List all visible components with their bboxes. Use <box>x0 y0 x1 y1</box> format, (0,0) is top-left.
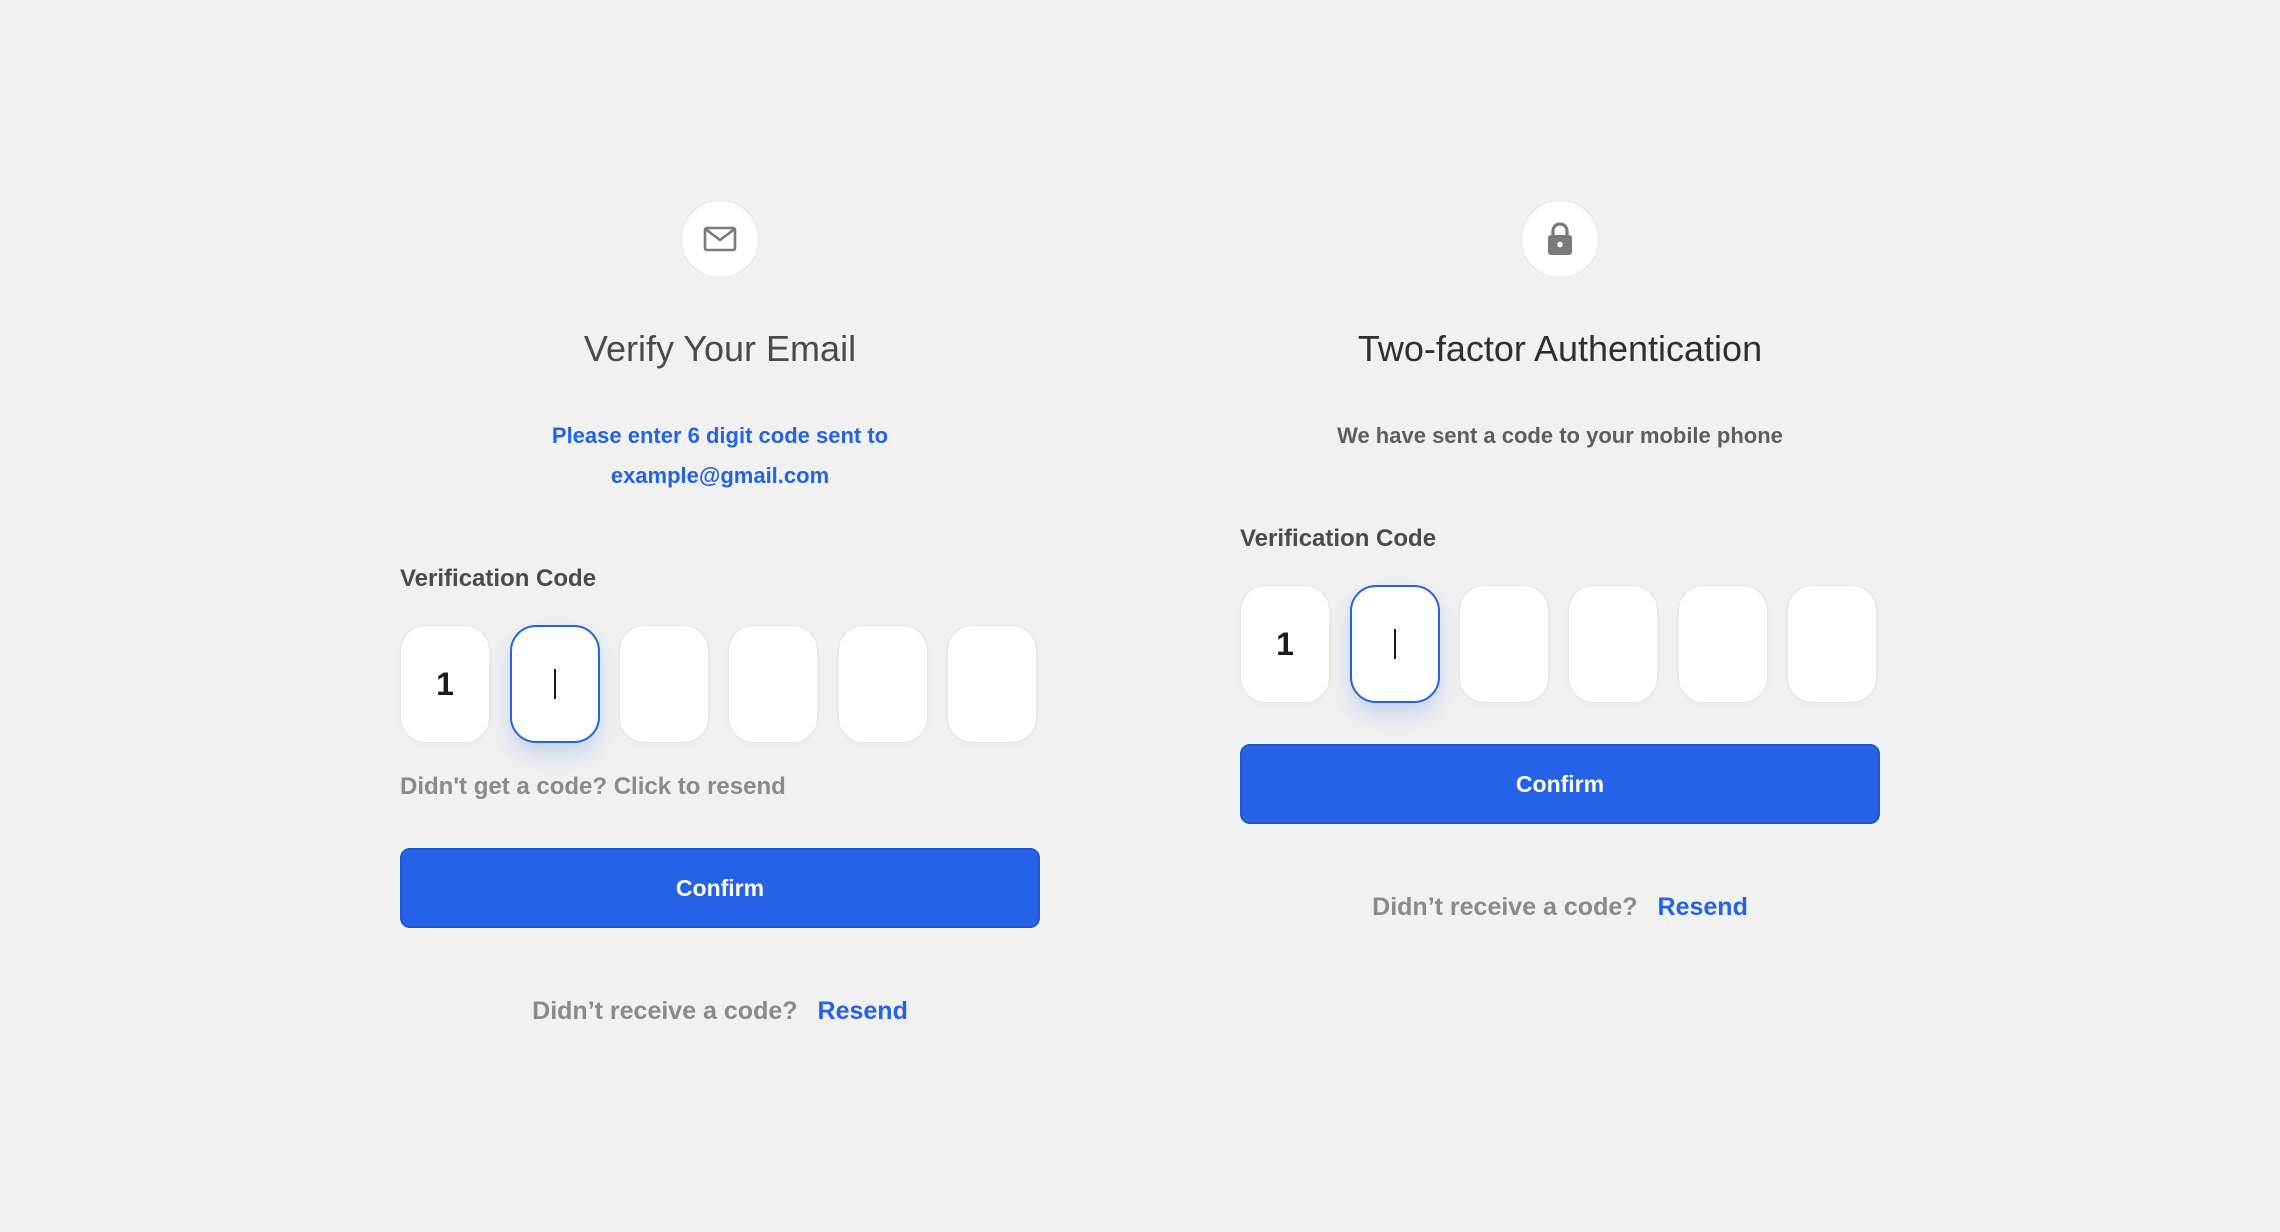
otp-digit-2[interactable] <box>510 625 600 743</box>
otp-digit-4[interactable] <box>1568 585 1658 703</box>
text-caret <box>554 669 556 699</box>
click-to-resend-link[interactable]: Didn't get a code? Click to resend <box>400 770 786 804</box>
text-caret <box>1394 629 1396 659</box>
otp-digit-5[interactable] <box>1678 585 1768 703</box>
otp-digit-5[interactable] <box>838 625 928 743</box>
mail-icon-badge <box>681 200 759 278</box>
otp-digit-1[interactable]: 1 <box>400 625 490 743</box>
otp-digit-6[interactable] <box>947 625 1037 743</box>
resend-footer: Didn’t receive a code? Resend <box>400 991 1040 1031</box>
otp-digit-3[interactable] <box>1459 585 1549 703</box>
page-title: Verify Your Email <box>583 328 857 369</box>
resend-footer: Didn’t receive a code? Resend <box>1240 887 1880 927</box>
verification-code-label: Verification Code <box>1240 525 1437 552</box>
lock-icon-badge <box>1521 200 1599 278</box>
otp-digit-3[interactable] <box>619 625 709 743</box>
otp-digit-6[interactable] <box>1787 585 1877 703</box>
didnt-receive-text: Didn’t receive a code? <box>1372 893 1638 921</box>
resend-link[interactable]: Resend <box>1658 893 1748 921</box>
otp-digit-2[interactable] <box>1350 585 1440 703</box>
otp-input-group: 1 <box>400 625 1040 743</box>
verification-code-label: Verification Code <box>400 565 597 592</box>
mail-icon <box>703 226 737 252</box>
resend-link[interactable]: Resend <box>818 997 908 1025</box>
lock-icon <box>1548 222 1572 255</box>
otp-digit-1[interactable]: 1 <box>1240 585 1330 703</box>
instruction-line-1: Please enter 6 digit code sent to <box>551 423 889 448</box>
didnt-receive-text: Didn’t receive a code? <box>532 997 798 1025</box>
otp-digit-4[interactable] <box>728 625 818 743</box>
instruction-text: Please enter 6 digit code sent to exampl… <box>400 416 1040 496</box>
instruction-text: We have sent a code to your mobile phone <box>1337 423 1783 448</box>
email-address: example@gmail.com <box>610 463 830 488</box>
confirm-button[interactable]: Confirm <box>1240 744 1880 824</box>
confirm-button[interactable]: Confirm <box>400 848 1040 928</box>
page-title: Two-factor Authentication <box>1357 328 1763 369</box>
otp-input-group: 1 <box>1240 585 1880 703</box>
